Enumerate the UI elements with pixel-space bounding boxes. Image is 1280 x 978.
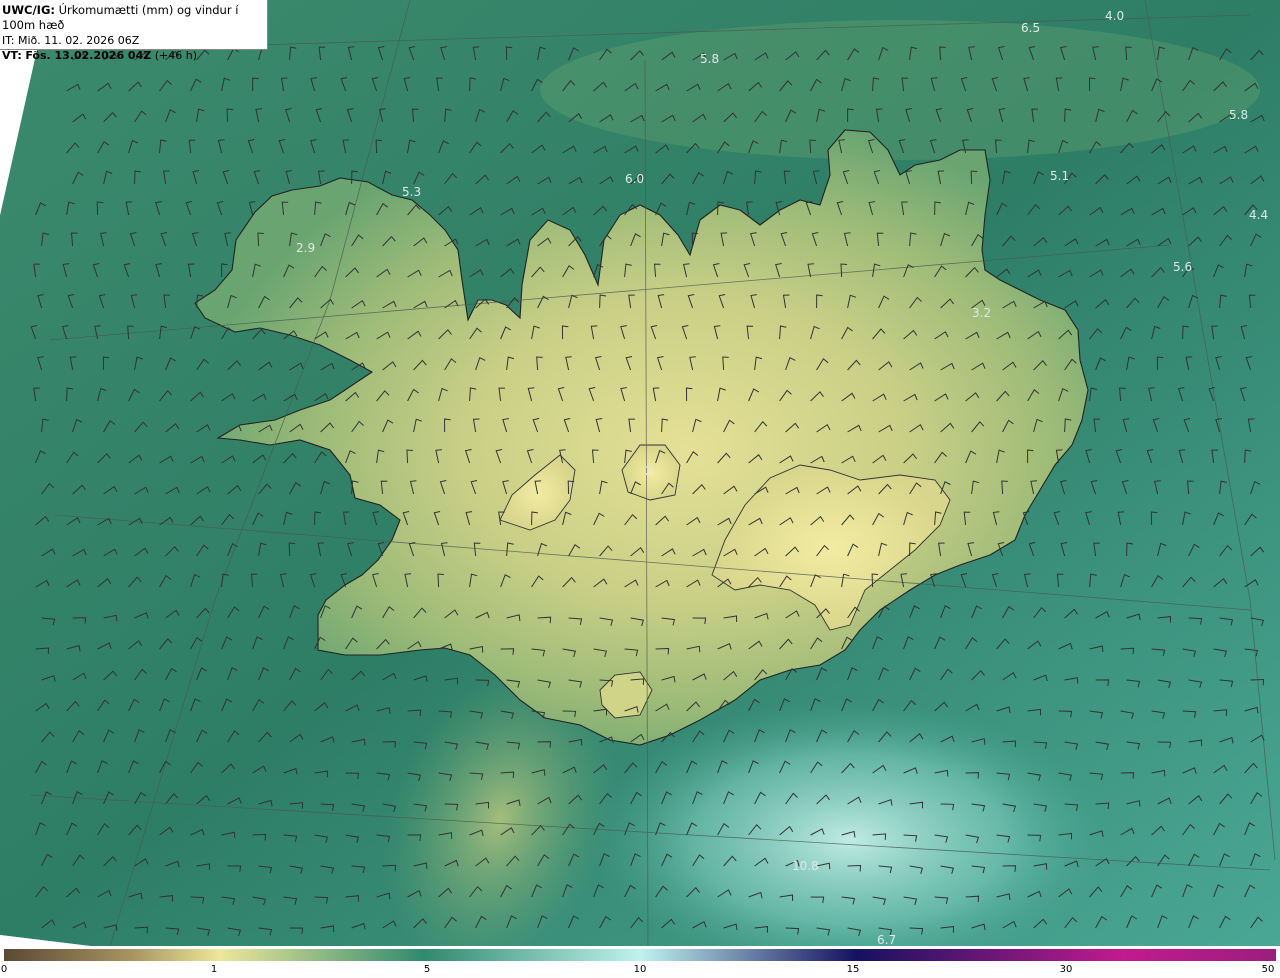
- field-label: 6.0: [625, 172, 644, 186]
- colorbar-tick: 15: [846, 964, 860, 975]
- precipitation-map: 4.0 6.5 5.8 5.8 6.0 5.3 5.1 4.4 5.6 2.9 …: [0, 0, 1280, 946]
- init-time: IT: Mið. 11. 02. 2026 06Z: [2, 34, 140, 47]
- field-label: 5.8: [700, 52, 719, 66]
- colorbar-tick: 5: [423, 964, 431, 975]
- field-label: 4.0: [1105, 9, 1124, 23]
- colorbar-tick: 1: [210, 964, 218, 975]
- field-label: 5.8: [1229, 108, 1248, 122]
- colorbar-tick: 30: [1059, 964, 1073, 975]
- field-label: 5.3: [402, 185, 421, 199]
- map-header: UWC/IG: Úrkomumætti (mm) og vindur í 100…: [0, 0, 268, 62]
- field-label: 5.6: [1173, 260, 1192, 274]
- field-label: 6.5: [1021, 21, 1040, 35]
- colorbar-tick: 0: [0, 964, 8, 975]
- field-label: 4.4: [1249, 208, 1268, 222]
- colorbar-gradient: [4, 949, 1276, 961]
- model-name: UWC/IG:: [2, 3, 55, 17]
- field-label: 2.9: [296, 241, 315, 255]
- colorbar: 0 1 5 10 15 30 50: [0, 946, 1280, 978]
- colorbar-tick: 50: [1261, 964, 1275, 975]
- lead-time: (+46 h): [154, 49, 197, 62]
- field-label: 10.8: [792, 859, 819, 873]
- valid-time: Fös. 13.02.2026 04Z: [25, 49, 152, 62]
- field-label: 2: [645, 464, 653, 478]
- colorbar-tick: 10: [633, 964, 647, 975]
- valid-prefix: VT:: [2, 49, 22, 62]
- field-label: 3.2: [972, 306, 991, 320]
- field-label: 5.1: [1050, 169, 1069, 183]
- field-label: 6.7: [877, 933, 896, 946]
